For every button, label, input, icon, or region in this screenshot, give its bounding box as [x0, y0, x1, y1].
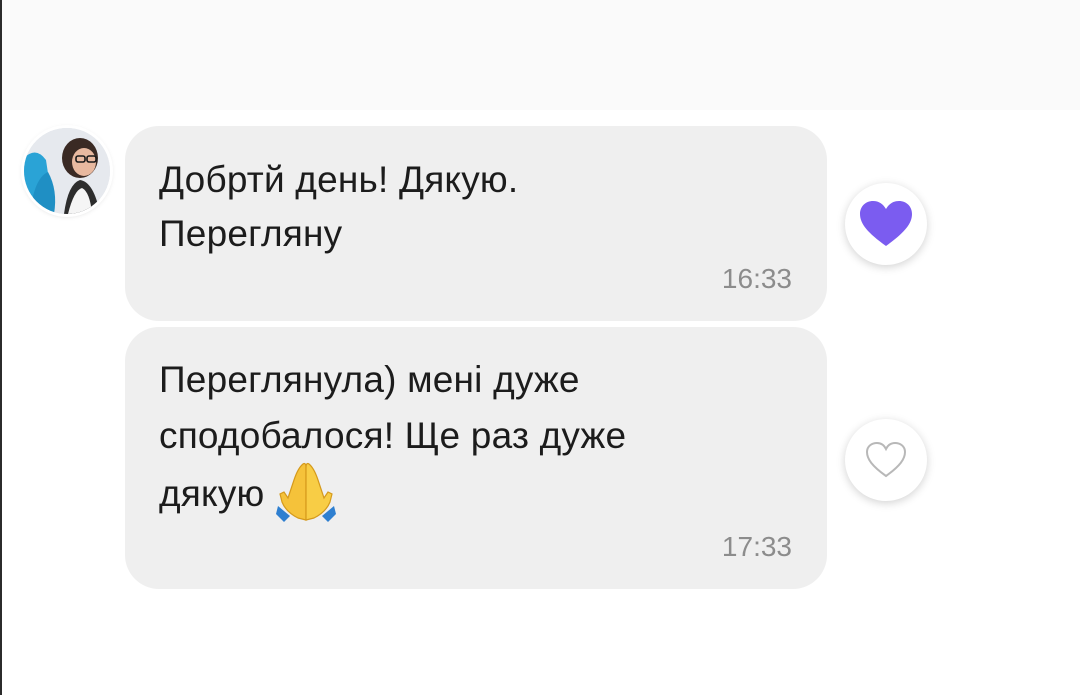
folded-hands-icon	[276, 460, 337, 524]
edge-divider	[0, 0, 2, 695]
reaction-button-empty[interactable]	[845, 419, 927, 501]
heart-filled-icon	[860, 201, 912, 246]
reaction-button-liked[interactable]	[845, 183, 927, 265]
message-bubble-1[interactable]: Добртй день! Дякую. Переглянy 16:33	[125, 126, 827, 321]
message-line: Переглянула) мені дуже	[159, 359, 580, 400]
message-line: Переглянy	[159, 213, 343, 254]
message-line: Добртй день! Дякую.	[159, 159, 519, 200]
message-line-last: дякую	[159, 462, 767, 528]
heart-outline-icon	[865, 441, 907, 478]
header-area	[0, 0, 1080, 110]
message-timestamp: 17:33	[721, 531, 792, 562]
message-timestamp: 16:33	[721, 263, 792, 294]
message-text: Переглянула) мені дуже сподобалося! Ще р…	[159, 352, 767, 528]
message-bubble-2[interactable]: Переглянула) мені дуже сподобалося! Ще р…	[125, 327, 827, 589]
message-line: сподобалося! Ще раз дуже	[159, 415, 627, 456]
sender-avatar[interactable]	[24, 128, 110, 214]
message-line-text: дякую	[159, 472, 265, 514]
message-text: Добртй день! Дякую. Переглянy	[159, 153, 767, 261]
